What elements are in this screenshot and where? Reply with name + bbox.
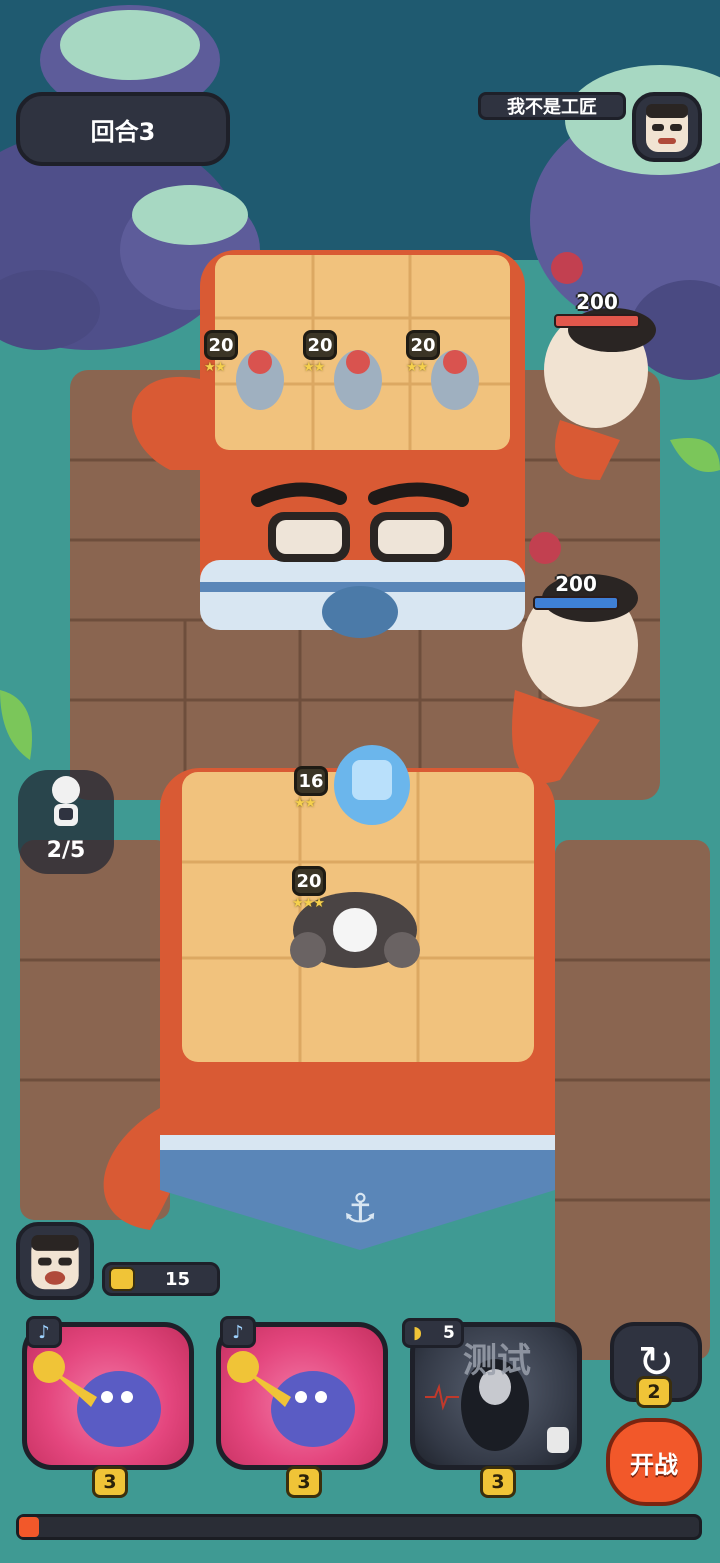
- unit-silhouette-icon: [52, 776, 80, 826]
- round-label: 回合3: [90, 117, 156, 146]
- card-overlay-text: 测试: [463, 1341, 531, 1381]
- star-rating: ★★: [204, 360, 226, 375]
- player-box-creature: ⚓: [103, 768, 555, 1250]
- guard-hp-top: 200: [552, 290, 642, 328]
- refresh-cost: 2: [636, 1376, 672, 1408]
- card-cost: 3: [286, 1466, 322, 1498]
- card-tag-sound: ◗ 5: [402, 1318, 464, 1348]
- fight-label: 开战: [630, 1450, 678, 1479]
- player-avatar[interactable]: [16, 1222, 94, 1300]
- coin-count: 15: [165, 1269, 191, 1290]
- coin-icon: [109, 1267, 135, 1291]
- level-badge: 20: [204, 330, 238, 360]
- star-rating: ★★: [303, 360, 325, 375]
- trumpet-icon: ♪: [220, 1316, 256, 1348]
- round-progress-bar: [16, 1514, 702, 1540]
- enemy-unit-badge: 20 ★★: [303, 330, 337, 375]
- progress-fill: [19, 1517, 40, 1537]
- star-rating: ★★★: [292, 896, 325, 911]
- hp-value: 200: [555, 572, 597, 596]
- player-unit-badge: 20 ★★★: [292, 866, 326, 911]
- mask-icon: [529, 532, 561, 564]
- level-badge: 20: [292, 866, 326, 896]
- opponent-name-tag: 我不是工匠: [478, 92, 626, 120]
- level-badge: 16: [294, 766, 328, 796]
- player-unit-badge: 16 ★★: [294, 766, 328, 811]
- enemy-unit-robot-2[interactable]: [334, 350, 382, 410]
- enemy-unit-robot-1[interactable]: [236, 350, 284, 410]
- fight-button[interactable]: 开战: [606, 1418, 702, 1506]
- trumpet-icon: ♪: [26, 1316, 62, 1348]
- opponent-avatar[interactable]: [632, 92, 702, 162]
- card-cost: 3: [480, 1466, 516, 1498]
- star-rating: ★★: [406, 360, 428, 375]
- bench-counter[interactable]: 2/5: [18, 770, 114, 874]
- enemy-unit-badge: 20 ★★: [406, 330, 440, 375]
- captain-icon: [646, 104, 688, 152]
- guard-hp-bottom: 200: [530, 572, 622, 610]
- player-unit-blue-robot[interactable]: [334, 745, 410, 825]
- svg-text:⚓: ⚓: [342, 1186, 378, 1232]
- hp-bar: [533, 596, 619, 610]
- bench-count-text: 2/5: [46, 838, 86, 863]
- hp-bar: [554, 314, 640, 328]
- coin-counter: 15: [102, 1262, 220, 1296]
- star-rating: ★★: [294, 796, 316, 811]
- lock-icon: [547, 1427, 569, 1453]
- card-cost: 3: [92, 1466, 128, 1498]
- opponent-name: 我不是工匠: [507, 97, 597, 118]
- round-indicator: 回合3: [16, 92, 230, 166]
- tag-value: 5: [443, 1323, 455, 1343]
- enemy-unit-badge: 20 ★★: [204, 330, 238, 375]
- mask-icon: [551, 252, 583, 284]
- captain-icon: [31, 1235, 79, 1290]
- level-badge: 20: [303, 330, 337, 360]
- hp-value: 200: [576, 290, 618, 314]
- level-badge: 20: [406, 330, 440, 360]
- sound-icon: ◗: [413, 1323, 422, 1343]
